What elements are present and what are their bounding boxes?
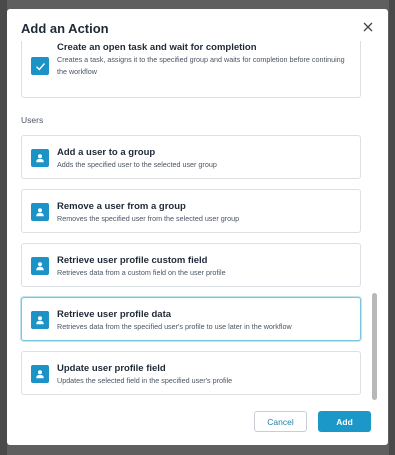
close-icon	[363, 22, 373, 32]
action-card-title: Add a user to a group	[57, 147, 156, 158]
user-icon	[31, 365, 49, 383]
action-card-add-user-to-group[interactable]: Add a user to a group Adds the specified…	[21, 135, 361, 179]
dialog-title: Add an Action	[21, 21, 109, 36]
add-button[interactable]: Add	[318, 411, 371, 432]
add-action-dialog: Add an Action Create an open task and wa…	[7, 9, 388, 445]
checkmark-icon	[31, 57, 49, 75]
dialog-header: Add an Action	[7, 9, 388, 41]
action-card-title: Retrieve user profile data	[57, 309, 172, 320]
action-card-update-profile-field[interactable]: Update user profile field Updates the se…	[21, 351, 361, 395]
section-label-users: Users	[21, 115, 44, 125]
action-card-description: Retrieves data from the specified user's…	[57, 322, 292, 331]
backdrop	[0, 0, 7, 455]
action-card-retrieve-profile-data[interactable]: Retrieve user profile data Retrieves dat…	[21, 297, 361, 341]
action-card-title: Retrieve user profile custom field	[57, 255, 208, 266]
action-card-description: Creates a task, assigns it to the specif…	[57, 55, 345, 76]
action-card-remove-user-from-group[interactable]: Remove a user from a group Removes the s…	[21, 189, 361, 233]
action-card-retrieve-custom-field[interactable]: Retrieve user profile custom field Retri…	[21, 243, 361, 287]
action-card-open-task[interactable]: Create an open task and wait for complet…	[21, 41, 361, 98]
action-card-description: Updates the selected field in the specif…	[57, 376, 233, 385]
action-list[interactable]: Create an open task and wait for complet…	[7, 41, 388, 401]
backdrop	[389, 0, 395, 455]
user-icon	[31, 257, 49, 275]
user-icon	[31, 311, 49, 329]
action-card-description: Adds the specified user to the selected …	[57, 160, 217, 169]
dialog-footer: Cancel Add	[7, 401, 388, 445]
scrollbar-thumb[interactable]	[372, 293, 377, 400]
close-button[interactable]	[360, 19, 376, 35]
action-card-description: Removes the specified user from the sele…	[57, 214, 240, 223]
user-icon	[31, 203, 49, 221]
cancel-button[interactable]: Cancel	[254, 411, 307, 432]
action-card-title: Create an open task and wait for complet…	[57, 42, 257, 53]
action-card-title: Remove a user from a group	[57, 201, 186, 212]
action-card-description: Retrieves data from a custom field on th…	[57, 268, 226, 277]
user-icon	[31, 149, 49, 167]
action-card-title: Update user profile field	[57, 363, 166, 374]
